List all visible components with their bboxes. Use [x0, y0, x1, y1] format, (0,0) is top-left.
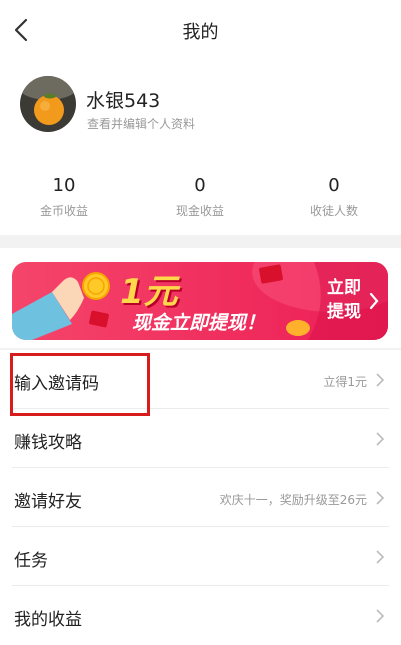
- stat-coins[interactable]: 10 金币收益: [4, 175, 124, 219]
- menu-item-label: 输入邀请码: [14, 374, 99, 394]
- banner-section: 1元 现金立即提现！ 立即提现: [0, 248, 401, 348]
- stat-apprentices[interactable]: 0 收徒人数: [274, 175, 394, 219]
- stat-label: 收徒人数: [309, 204, 358, 218]
- stat-value: 0: [194, 175, 206, 196]
- chevron-right-icon: [376, 373, 385, 387]
- chevron-right-icon: [376, 491, 385, 505]
- username: 水银543: [86, 90, 161, 112]
- menu-list: 输入邀请码 立得1元 赚钱攻略 邀请好友 欢庆十一，奖励升级至26元 任务 我的…: [0, 350, 401, 645]
- banner-text: 现金立即提现！: [132, 312, 266, 334]
- avatar-image: [20, 76, 76, 132]
- stat-value: 0: [328, 175, 340, 196]
- menu-item-label: 赚钱攻略: [14, 433, 82, 453]
- menu-item-invite-friends[interactable]: 邀请好友 欢庆十一，奖励升级至26元: [0, 468, 401, 527]
- menu-item-label: 邀请好友: [14, 492, 82, 512]
- edit-profile-link[interactable]: 查看并编辑个人资料: [87, 115, 195, 132]
- chevron-right-icon: [369, 292, 379, 310]
- chevron-right-icon: [376, 550, 385, 564]
- chevron-right-icon: [376, 609, 385, 623]
- banner-amount: 1元: [120, 272, 178, 312]
- menu-item-label: 我的收益: [14, 610, 82, 630]
- menu-item-label: 任务: [14, 551, 48, 571]
- chevron-right-icon: [376, 432, 385, 446]
- menu-item-invite-code[interactable]: 输入邀请码 立得1元: [0, 350, 401, 409]
- page-title: 我的: [182, 22, 219, 43]
- banner-button-label: 立即提现: [327, 278, 361, 322]
- profile-section: 水银543 查看并编辑个人资料: [0, 60, 401, 165]
- menu-item-hint: 立得1元: [323, 375, 367, 389]
- menu-item-tasks[interactable]: 任务: [0, 527, 401, 586]
- banner-withdraw-button[interactable]: 立即提现: [320, 276, 368, 326]
- withdraw-banner[interactable]: 1元 现金立即提现！ 立即提现: [12, 262, 388, 340]
- stat-label: 现金收益: [175, 204, 224, 218]
- menu-item-my-earnings[interactable]: 我的收益: [0, 586, 401, 645]
- stat-label: 金币收益: [39, 204, 88, 218]
- stat-value: 10: [52, 175, 76, 196]
- avatar[interactable]: [20, 76, 76, 132]
- top-bar: 我的: [0, 0, 401, 60]
- stat-cash[interactable]: 0 现金收益: [140, 175, 260, 219]
- menu-item-earning-guide[interactable]: 赚钱攻略: [0, 409, 401, 468]
- stats-section: 10 金币收益 0 现金收益 0 收徒人数: [0, 165, 401, 235]
- menu-item-hint: 欢庆十一，奖励升级至26元: [219, 493, 367, 507]
